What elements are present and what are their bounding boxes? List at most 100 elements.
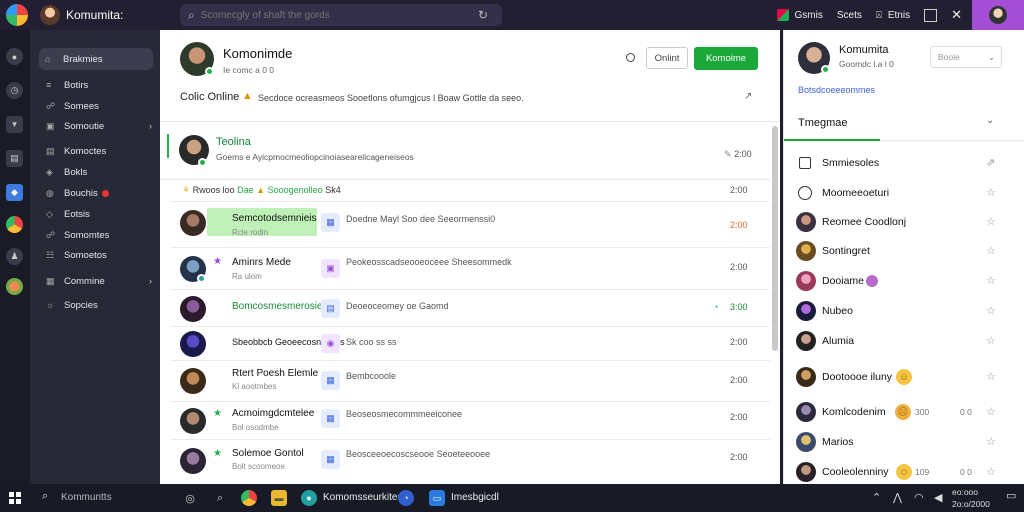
star-icon[interactable]: ☆ [986, 465, 996, 478]
home-icon[interactable]: ● [6, 48, 23, 65]
table-row[interactable]: ★ Aminrs Mede Ra ulom ▣ Peokeosscadseooe… [170, 247, 770, 289]
table-row[interactable]: ★ Solemoe Gontol Bolt scoomeoe ▦ Beoscee… [170, 439, 770, 480]
nav-item-6[interactable]: ◍ Bouchis [40, 184, 152, 202]
tray-icon[interactable]: ⋀ [893, 491, 902, 504]
edit-icon[interactable]: ✎ [724, 149, 732, 159]
list-item[interactable]: Moomeeoeturi ☆ [784, 181, 1024, 205]
table-row[interactable]: Sbeobbcb Geoeecosnteosls ◉ Sk coo ss ss … [170, 326, 770, 360]
list-item[interactable]: Sontingret ☆ [784, 239, 1024, 263]
chevron-down-icon[interactable]: ⌄ [986, 115, 994, 126]
star-icon[interactable]: ☆ [986, 304, 996, 317]
star-icon[interactable]: ☆ [986, 186, 996, 199]
taskbar-app-2[interactable]: Imesbgicdl [451, 492, 499, 503]
nav-item-8[interactable]: ☍ Somomtes [40, 226, 152, 244]
user-icon[interactable]: ♟ [6, 248, 23, 265]
status-circle-icon[interactable] [626, 53, 635, 62]
avatar [180, 408, 206, 434]
taskbar-search[interactable]: Kommuntts [61, 492, 112, 503]
maximize-icon[interactable] [924, 8, 938, 22]
wifi-icon[interactable]: ◠ [914, 491, 924, 504]
table-row[interactable]: Rtert Poesh Elemle Kl aootmbes ▦ Bembcoo… [170, 360, 770, 401]
clock[interactable]: eo:ooo 2o:o/2000 [952, 486, 990, 510]
file-explorer-icon[interactable]: ▬ [271, 490, 287, 506]
nav-item-11[interactable]: ☼ Sopcies [40, 296, 152, 314]
main-panel: Komonimde Ie comc a 0 0 Onlint Komoime C… [160, 30, 780, 484]
star-icon[interactable]: ☆ [986, 274, 996, 287]
list-item[interactable]: Dooiame ☆ [784, 269, 1024, 293]
refresh-icon[interactable]: ↻ [478, 8, 488, 22]
topbar-item-games[interactable]: Gsmis [776, 9, 823, 21]
profile-select[interactable]: Boole ⌄ [930, 46, 1002, 68]
nav-item-5[interactable]: ◈ Bokls [40, 163, 152, 181]
search-input[interactable] [200, 9, 478, 21]
task-view-icon[interactable]: ◎ [182, 490, 198, 506]
app-logo-icon[interactable] [6, 4, 28, 26]
list-item[interactable]: Komlcodenim ☹ 300 0 0 ☆ [784, 400, 1024, 424]
inbox-icon[interactable]: ▾ [6, 116, 23, 133]
search-icon[interactable]: ⌕ [212, 490, 228, 506]
pinned-message[interactable]: Teolina Goems e Ayicpmocmeoliopcinoiasea… [160, 122, 770, 180]
search-icon[interactable]: ⌕ [42, 490, 48, 503]
nav-item-1[interactable]: ≡ Botirs [40, 76, 152, 94]
topbar-item-scets[interactable]: Scets [837, 10, 862, 21]
list-item[interactable]: Alumia ☆ [784, 329, 1024, 353]
search-box[interactable]: ⌕ ↻ [180, 4, 502, 26]
browser-icon[interactable] [6, 216, 23, 233]
window-icon[interactable]: ▭ [429, 490, 445, 506]
pin-icon[interactable]: ⇗ [986, 156, 995, 169]
nav-item-0[interactable]: ⌂ Brakmies [39, 48, 153, 70]
folder-icon[interactable]: ▤ [6, 150, 23, 167]
list-item[interactable]: Cooleolenniny ☺ 109 0 0 ☆ [784, 460, 1024, 484]
row-title: Semcotodsemnieis [232, 213, 317, 224]
nav-item-9[interactable]: ☷ Somoetos [40, 246, 152, 264]
list-item[interactable]: Reomee Coodlonj ☆ [784, 210, 1024, 234]
star-icon[interactable]: ☆ [986, 334, 996, 347]
star-icon[interactable]: ★ [213, 408, 222, 419]
primary-action-button[interactable]: Komoime [694, 47, 758, 70]
clock-icon[interactable]: ◷ [6, 82, 23, 99]
list-item[interactable]: Dootoooe iluny ☺ ☆ [784, 365, 1024, 389]
app-icon[interactable]: ◔ [398, 490, 414, 506]
table-row[interactable]: Semcotodsemnieis Rcle rodin ▦ Doedne May… [170, 201, 770, 247]
checkbox-icon[interactable] [799, 157, 811, 169]
star-icon[interactable]: ☆ [986, 405, 996, 418]
app-icon[interactable]: ● [301, 490, 317, 506]
topbar-item-notifications[interactable]: ⍓ Etnis [876, 10, 910, 21]
profile-tab[interactable] [972, 0, 1024, 30]
star-icon[interactable]: ☆ [986, 370, 996, 383]
expand-arrow-icon[interactable]: ↗ [744, 91, 752, 102]
chevron-up-icon[interactable]: ⌃ [872, 491, 881, 504]
nav-item-10[interactable]: ▦ Commine › [40, 272, 152, 290]
close-icon[interactable]: ✕ [951, 7, 962, 23]
star-icon[interactable]: ☆ [986, 244, 996, 257]
table-row[interactable]: Bomcosmesmerosiee ▤ Deoeoceomey oe Gaomd… [170, 289, 770, 326]
file-icon: ▤ [321, 299, 340, 318]
tab-members[interactable]: Tmegmae ⌄ [784, 101, 1024, 141]
star-icon[interactable]: ★ [213, 448, 222, 459]
chrome-icon[interactable] [241, 490, 257, 506]
app-icon[interactable]: ◆ [6, 184, 23, 201]
list-item[interactable]: Marios ☆ [784, 430, 1024, 454]
taskbar-app-1[interactable]: Komomsseurkites [323, 492, 402, 503]
star-icon[interactable]: ☆ [986, 215, 996, 228]
nav-item-7[interactable]: ◇ Eotsis [40, 205, 152, 223]
community-icon[interactable] [6, 278, 23, 295]
star-icon[interactable]: ★ [213, 256, 222, 267]
group-icon: ▣ [46, 120, 55, 131]
nav-item-2[interactable]: ☍ Somees [40, 97, 152, 115]
list-header-label: Rwoos loo [192, 185, 235, 195]
profile-link[interactable]: Botsdcoeeeommes [798, 85, 875, 95]
list-item[interactable]: Nubeo ☆ [784, 299, 1024, 323]
notification-dot [101, 189, 109, 197]
star-icon[interactable]: ☆ [986, 435, 996, 448]
nav-item-3[interactable]: ▣ Somoutie › [40, 117, 152, 135]
notification-icon[interactable]: ▭ [1006, 489, 1016, 502]
online-button[interactable]: Onlint [646, 47, 688, 69]
list-item[interactable]: Smmiesoles ⇗ [784, 151, 1024, 175]
volume-icon[interactable]: ◀ [934, 491, 942, 504]
table-row[interactable]: ★ Acmoimgdcmtelee Bol osodmbe ▦ Beoseosm… [170, 401, 770, 439]
windows-start-icon[interactable] [9, 492, 21, 504]
nav-item-4[interactable]: ▤ Komoctes [40, 142, 152, 160]
scrollbar[interactable] [772, 126, 778, 351]
user-avatar[interactable] [40, 5, 60, 25]
